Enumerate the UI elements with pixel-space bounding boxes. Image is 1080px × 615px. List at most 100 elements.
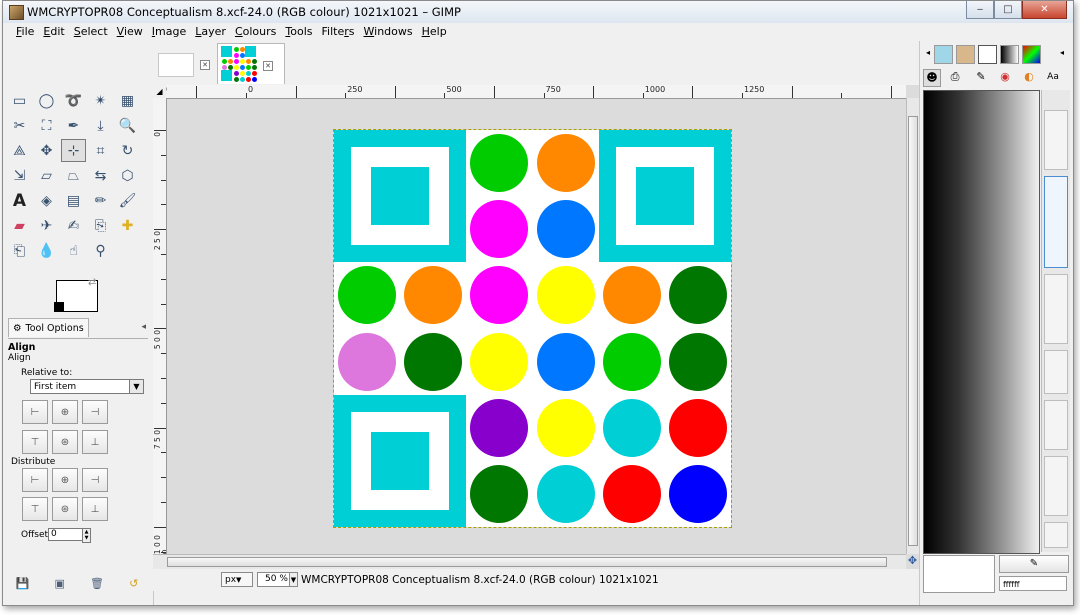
tab-gradients[interactable] <box>1000 45 1019 64</box>
tab-wilber-icon[interactable]: ☻ <box>923 69 941 87</box>
rotate-tool-icon[interactable]: ↻ <box>115 139 140 162</box>
default-colors-icon[interactable] <box>54 302 64 312</box>
distribute-top-button[interactable]: ⊤ <box>22 497 48 521</box>
menu-item[interactable]: Filters <box>318 23 360 41</box>
free-select-tool-icon[interactable]: ➰ <box>61 89 86 112</box>
canvas-viewport[interactable] <box>167 99 906 554</box>
maximize-button[interactable]: □ <box>994 1 1022 19</box>
move-tool-icon[interactable]: ✥ <box>34 139 59 162</box>
distribute-center-button[interactable]: ⊕ <box>52 468 78 492</box>
gradient-preview[interactable] <box>923 90 1040 554</box>
offset-input[interactable]: 0 <box>48 528 84 541</box>
distribute-bottom-button[interactable]: ⊥ <box>82 497 108 521</box>
zoom-tool-icon[interactable]: 🔍 <box>115 114 140 137</box>
distribute-left-button[interactable]: ⊢ <box>22 468 48 492</box>
tab-patterns[interactable] <box>934 45 953 64</box>
tab-brush-icon[interactable]: ✎ <box>973 69 989 85</box>
ink-tool-icon[interactable]: ✍ <box>61 214 86 237</box>
align-left-edge-button[interactable]: ⊢ <box>22 400 48 424</box>
rect-select-tool-icon[interactable]: ▭ <box>7 89 32 112</box>
tab-palettes[interactable] <box>1022 45 1041 64</box>
menu-item[interactable]: Help <box>418 23 452 41</box>
menu-item[interactable]: Image <box>148 23 191 41</box>
blur-tool-icon[interactable]: 💧 <box>34 239 59 262</box>
align-right-edge-button[interactable]: ⊣ <box>82 400 108 424</box>
fg-bg-color-selector[interactable]: ⇄ <box>54 277 100 314</box>
menu-item[interactable]: Edit <box>39 23 69 41</box>
text-tool-icon[interactable]: A <box>7 189 32 212</box>
align-horizontal-center-button[interactable]: ⊕ <box>52 400 78 424</box>
clone-tool-icon[interactable]: ⎘ <box>88 214 113 237</box>
strip-tab-2[interactable] <box>1044 176 1068 268</box>
strip-tab-7[interactable] <box>1044 522 1068 548</box>
dock-tab-menu-icon[interactable]: ◂ <box>1054 45 1070 61</box>
menu-item[interactable]: Colours <box>231 23 281 41</box>
distribute-middle-button[interactable]: ⊛ <box>52 497 78 521</box>
unit-select[interactable]: px▼ <box>221 572 253 587</box>
close-tab-icon[interactable]: ✕ <box>263 61 273 71</box>
blend-tool-icon[interactable]: ▤ <box>61 189 86 212</box>
offset-stepper[interactable]: ▲ ▼ <box>82 528 91 543</box>
bucket-fill-tool-icon[interactable]: ◈ <box>34 189 59 212</box>
menu-item[interactable]: Tools <box>281 23 317 41</box>
shear-tool-icon[interactable]: ▱ <box>34 164 59 187</box>
menu-item[interactable]: File <box>12 23 39 41</box>
align-tool-icon[interactable]: ⊹ <box>61 139 86 162</box>
menu-item[interactable]: Select <box>70 23 113 41</box>
horizontal-ruler[interactable]: -250 0 250 500 750 1000 1250 <box>166 85 906 99</box>
dodge-burn-tool-icon[interactable]: ⚲ <box>88 239 113 262</box>
ellipse-select-tool-icon[interactable]: ◯ <box>34 89 59 112</box>
menu-item[interactable]: Layer <box>191 23 231 41</box>
image-tab-active[interactable]: ✕ <box>217 43 285 84</box>
save-options-icon[interactable]: 💾 <box>16 577 30 590</box>
smudge-tool-icon[interactable]: ☝ <box>61 239 86 262</box>
tab-fonts-icon[interactable]: Aa <box>1045 69 1061 85</box>
heal-tool-icon[interactable]: ✚ <box>115 214 140 237</box>
relative-to-select[interactable]: First item ▼ <box>30 379 144 394</box>
airbrush-tool-icon[interactable]: ✈ <box>34 214 59 237</box>
navigate-icon[interactable]: ✥ <box>906 554 919 569</box>
tab-printer-icon[interactable]: ⎙ <box>947 69 963 85</box>
align-vertical-center-button[interactable]: ⊛ <box>52 430 78 454</box>
zoom-dropdown-button[interactable]: ▼ <box>289 572 298 587</box>
strip-tab-3[interactable] <box>1044 274 1068 344</box>
perspective-clone-tool-icon[interactable]: ⎗ <box>7 239 32 262</box>
align-bottom-edge-button[interactable]: ⊥ <box>82 430 108 454</box>
strip-tab-6[interactable] <box>1044 456 1068 516</box>
edit-color-button[interactable]: ✎ <box>999 555 1069 573</box>
vertical-ruler[interactable]: 0 2 5 0 5 0 0 7 5 0 1 0 0 0 <box>153 98 167 554</box>
image-tab-blank[interactable]: ✕ <box>155 43 213 83</box>
scale-tool-icon[interactable]: ⇲ <box>7 164 32 187</box>
flip-tool-icon[interactable]: ⇆ <box>88 164 113 187</box>
align-top-edge-button[interactable]: ⊤ <box>22 430 48 454</box>
fuzzy-select-tool-icon[interactable]: ✴ <box>88 89 113 112</box>
vertical-scrollbar-thumb[interactable] <box>908 116 918 546</box>
menu-item[interactable]: View <box>113 23 148 41</box>
cage-tool-icon[interactable]: ⬡ <box>115 164 140 187</box>
strip-tab-1[interactable] <box>1044 110 1068 170</box>
measure-tool-icon[interactable]: ⟁ <box>7 139 32 162</box>
scissors-tool-icon[interactable]: ✂ <box>7 114 32 137</box>
eraser-tool-icon[interactable]: ▰ <box>7 214 32 237</box>
close-tab-icon[interactable]: ✕ <box>200 60 210 70</box>
title-bar[interactable]: WMCRYPTOPR08 Conceptualism 8.xcf-24.0 (R… <box>3 1 1073 23</box>
distribute-right-button[interactable]: ⊣ <box>82 468 108 492</box>
restore-options-icon[interactable]: ▣ <box>54 577 64 590</box>
minimize-button[interactable]: ‒ <box>966 1 994 19</box>
tab-tool-options[interactable]: ⚙ Tool Options <box>8 318 89 337</box>
quick-mask-toggle[interactable]: ◢ <box>153 85 167 99</box>
strip-tab-5[interactable] <box>1044 400 1068 450</box>
tab-paths[interactable] <box>978 45 997 64</box>
hex-color-field[interactable]: ffffff <box>999 576 1067 591</box>
horizontal-scrollbar-thumb[interactable] <box>167 557 887 567</box>
swap-colors-icon[interactable]: ⇄ <box>88 277 96 288</box>
tab-images[interactable] <box>956 45 975 64</box>
menu-item[interactable]: Windows <box>360 23 418 41</box>
paths-tool-icon[interactable]: ✒ <box>61 114 86 137</box>
color-swatch[interactable] <box>923 555 995 593</box>
select-by-color-tool-icon[interactable]: ▦ <box>115 89 140 112</box>
color-picker-tool-icon[interactable]: ⤓ <box>88 114 113 137</box>
reset-options-icon[interactable]: ↺ <box>129 577 138 590</box>
image-canvas[interactable] <box>333 129 732 528</box>
horizontal-scrollbar[interactable] <box>153 554 906 570</box>
